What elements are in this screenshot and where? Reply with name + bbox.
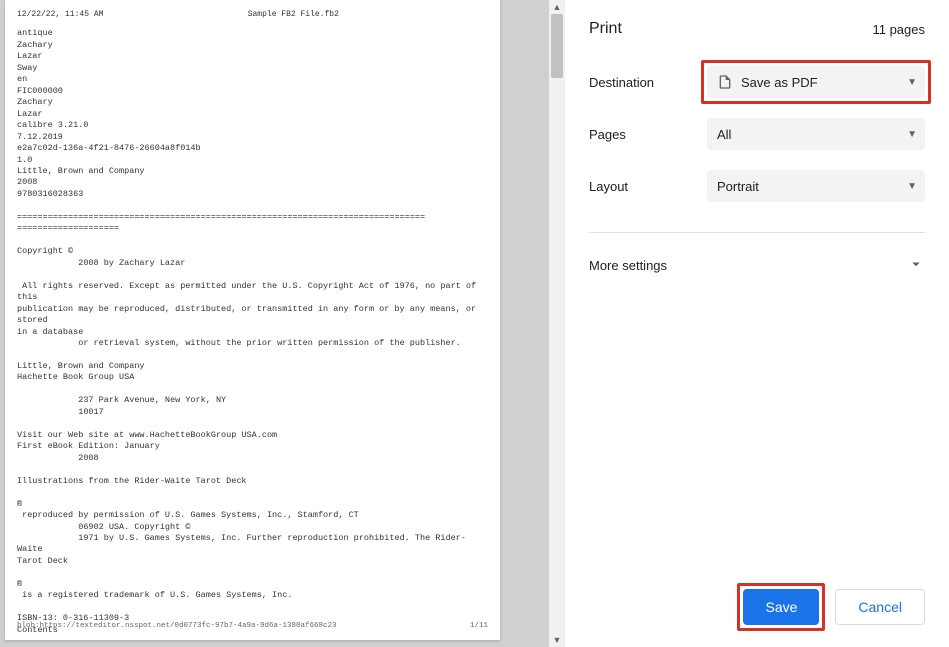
row-layout: Layout Portrait ▼ [589, 170, 925, 202]
save-highlight: Save [737, 583, 825, 631]
save-button[interactable]: Save [743, 589, 819, 625]
destination-highlight: Save as PDF ▼ [701, 60, 931, 104]
page-footer-url: blob:https://texteditor.nsspot.net/0d077… [17, 622, 337, 632]
chevron-down-icon: ▼ [907, 181, 917, 192]
more-settings-toggle[interactable]: More settings [589, 249, 925, 282]
panel-spacer [589, 282, 925, 583]
scroll-thumb[interactable] [551, 14, 563, 78]
page-count: 11 pages [872, 22, 925, 37]
destination-dropdown[interactable]: Save as PDF ▼ [707, 66, 925, 98]
pages-dropdown[interactable]: All ▼ [707, 118, 925, 150]
pdf-icon [717, 74, 733, 90]
page-body-text: antique Zachary Lazar Sway en FIC000000 … [17, 28, 488, 647]
destination-value: Save as PDF [741, 75, 818, 90]
row-destination: Destination Save as PDF ▼ [589, 66, 925, 98]
panel-title: Print [589, 20, 622, 38]
chevron-down-icon: ▼ [907, 77, 917, 88]
layout-value: Portrait [717, 179, 759, 194]
cancel-button[interactable]: Cancel [835, 589, 925, 625]
layout-dropdown[interactable]: Portrait ▼ [707, 170, 925, 202]
preview-scrollbar[interactable]: ▲ ▼ [549, 0, 565, 647]
print-settings-panel: Print 11 pages Destination Save as PDF ▼… [565, 0, 949, 647]
pages-label: Pages [589, 127, 707, 142]
more-settings-label: More settings [589, 258, 667, 273]
print-preview-area: 12/22/22, 11:45 AM Sample FB2 File.fb2 a… [0, 0, 565, 647]
divider [589, 232, 925, 233]
page-header-title: Sample FB2 File.fb2 [248, 10, 339, 20]
scroll-down-arrow[interactable]: ▼ [549, 633, 565, 647]
preview-page: 12/22/22, 11:45 AM Sample FB2 File.fb2 a… [5, 0, 500, 640]
preview-viewport: 12/22/22, 11:45 AM Sample FB2 File.fb2 a… [0, 0, 565, 647]
layout-label: Layout [589, 179, 707, 194]
chevron-down-icon: ▼ [907, 129, 917, 140]
pages-value: All [717, 127, 731, 142]
page-footer-pagenum: 1/11 [470, 622, 488, 632]
page-header-spacer [483, 10, 488, 20]
page-header: 12/22/22, 11:45 AM Sample FB2 File.fb2 [17, 10, 488, 20]
panel-footer: Save Cancel [589, 583, 925, 635]
page-header-date: 12/22/22, 11:45 AM [17, 10, 103, 20]
destination-label: Destination [589, 75, 707, 90]
scroll-up-arrow[interactable]: ▲ [549, 0, 565, 14]
row-pages: Pages All ▼ [589, 118, 925, 150]
page-footer: blob:https://texteditor.nsspot.net/0d077… [17, 622, 488, 632]
chevron-down-icon [907, 255, 925, 276]
panel-header: Print 11 pages [589, 20, 925, 38]
